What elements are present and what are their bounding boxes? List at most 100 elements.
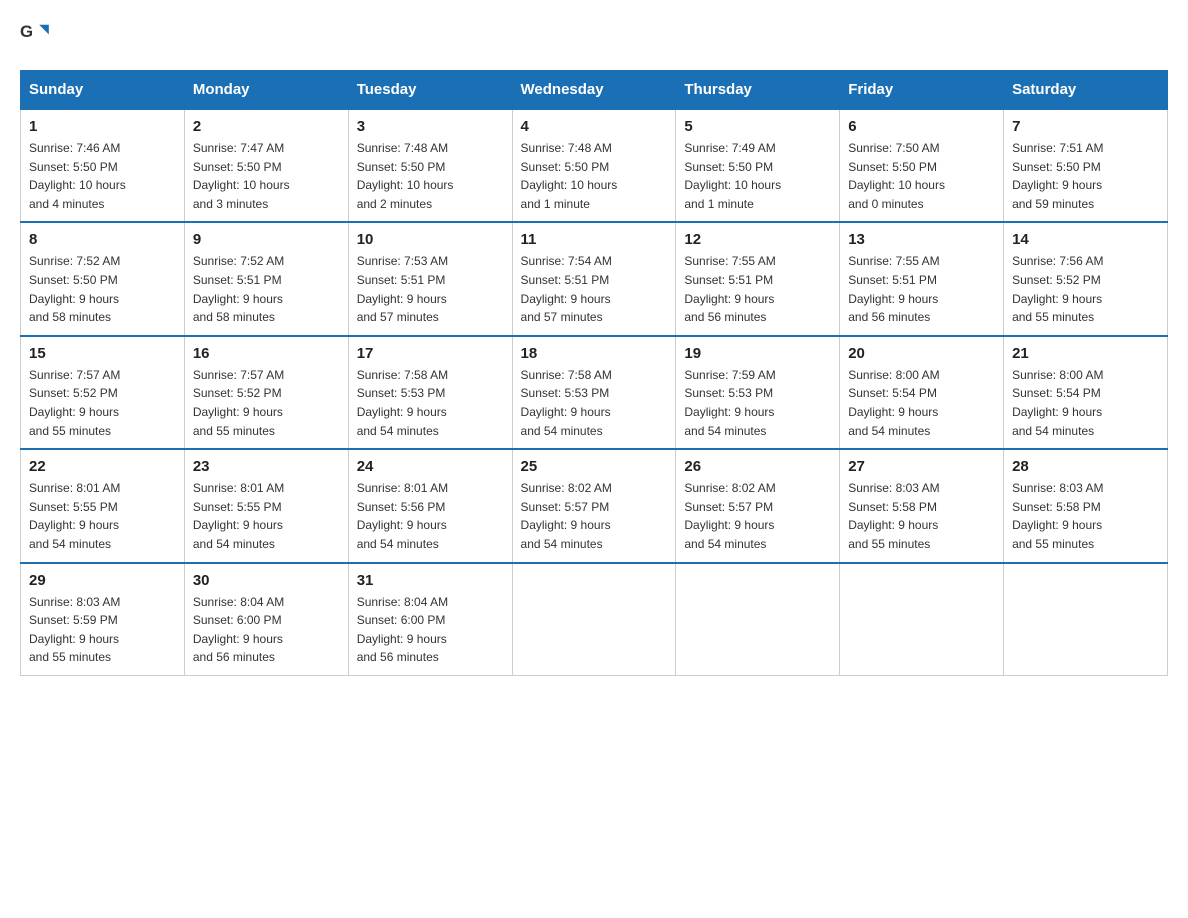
day-cell: 31 Sunrise: 8:04 AMSunset: 6:00 PMDaylig… <box>348 563 512 676</box>
day-info: Sunrise: 7:48 AMSunset: 5:50 PMDaylight:… <box>357 139 504 213</box>
day-cell: 12 Sunrise: 7:55 AMSunset: 5:51 PMDaylig… <box>676 222 840 335</box>
day-info: Sunrise: 8:03 AMSunset: 5:59 PMDaylight:… <box>29 593 176 667</box>
day-info: Sunrise: 8:03 AMSunset: 5:58 PMDaylight:… <box>1012 479 1159 553</box>
day-info: Sunrise: 7:48 AMSunset: 5:50 PMDaylight:… <box>521 139 668 213</box>
header-day-wednesday: Wednesday <box>512 71 676 110</box>
day-cell: 27 Sunrise: 8:03 AMSunset: 5:58 PMDaylig… <box>840 449 1004 562</box>
day-info: Sunrise: 7:51 AMSunset: 5:50 PMDaylight:… <box>1012 139 1159 213</box>
week-row-3: 15 Sunrise: 7:57 AMSunset: 5:52 PMDaylig… <box>21 336 1168 449</box>
day-number: 4 <box>521 118 668 135</box>
day-number: 24 <box>357 458 504 475</box>
day-cell: 5 Sunrise: 7:49 AMSunset: 5:50 PMDayligh… <box>676 109 840 222</box>
day-number: 29 <box>29 572 176 589</box>
day-info: Sunrise: 7:49 AMSunset: 5:50 PMDaylight:… <box>684 139 831 213</box>
day-cell: 3 Sunrise: 7:48 AMSunset: 5:50 PMDayligh… <box>348 109 512 222</box>
day-number: 31 <box>357 572 504 589</box>
day-cell: 6 Sunrise: 7:50 AMSunset: 5:50 PMDayligh… <box>840 109 1004 222</box>
day-number: 21 <box>1012 345 1159 362</box>
day-cell <box>840 563 1004 676</box>
day-number: 12 <box>684 231 831 248</box>
day-cell: 17 Sunrise: 7:58 AMSunset: 5:53 PMDaylig… <box>348 336 512 449</box>
day-number: 27 <box>848 458 995 475</box>
day-number: 22 <box>29 458 176 475</box>
day-number: 13 <box>848 231 995 248</box>
day-info: Sunrise: 7:46 AMSunset: 5:50 PMDaylight:… <box>29 139 176 213</box>
day-cell: 2 Sunrise: 7:47 AMSunset: 5:50 PMDayligh… <box>184 109 348 222</box>
day-number: 1 <box>29 118 176 135</box>
day-cell: 15 Sunrise: 7:57 AMSunset: 5:52 PMDaylig… <box>21 336 185 449</box>
day-cell <box>512 563 676 676</box>
day-number: 18 <box>521 345 668 362</box>
week-row-1: 1 Sunrise: 7:46 AMSunset: 5:50 PMDayligh… <box>21 109 1168 222</box>
day-number: 25 <box>521 458 668 475</box>
day-number: 6 <box>848 118 995 135</box>
day-number: 8 <box>29 231 176 248</box>
day-info: Sunrise: 7:57 AMSunset: 5:52 PMDaylight:… <box>29 366 176 440</box>
day-number: 11 <box>521 231 668 248</box>
header-day-sunday: Sunday <box>21 71 185 110</box>
day-cell: 26 Sunrise: 8:02 AMSunset: 5:57 PMDaylig… <box>676 449 840 562</box>
day-number: 30 <box>193 572 340 589</box>
day-info: Sunrise: 7:55 AMSunset: 5:51 PMDaylight:… <box>684 252 831 326</box>
header-day-monday: Monday <box>184 71 348 110</box>
day-cell: 24 Sunrise: 8:01 AMSunset: 5:56 PMDaylig… <box>348 449 512 562</box>
day-info: Sunrise: 8:00 AMSunset: 5:54 PMDaylight:… <box>848 366 995 440</box>
day-number: 10 <box>357 231 504 248</box>
day-cell <box>1004 563 1168 676</box>
day-info: Sunrise: 8:01 AMSunset: 5:55 PMDaylight:… <box>193 479 340 553</box>
header-row: SundayMondayTuesdayWednesdayThursdayFrid… <box>21 71 1168 110</box>
day-cell: 19 Sunrise: 7:59 AMSunset: 5:53 PMDaylig… <box>676 336 840 449</box>
day-cell: 1 Sunrise: 7:46 AMSunset: 5:50 PMDayligh… <box>21 109 185 222</box>
day-cell: 14 Sunrise: 7:56 AMSunset: 5:52 PMDaylig… <box>1004 222 1168 335</box>
day-info: Sunrise: 8:01 AMSunset: 5:55 PMDaylight:… <box>29 479 176 553</box>
week-row-5: 29 Sunrise: 8:03 AMSunset: 5:59 PMDaylig… <box>21 563 1168 676</box>
day-info: Sunrise: 8:02 AMSunset: 5:57 PMDaylight:… <box>684 479 831 553</box>
header-day-saturday: Saturday <box>1004 71 1168 110</box>
page-header: G <box>20 20 1168 50</box>
day-cell: 16 Sunrise: 7:57 AMSunset: 5:52 PMDaylig… <box>184 336 348 449</box>
day-cell: 20 Sunrise: 8:00 AMSunset: 5:54 PMDaylig… <box>840 336 1004 449</box>
calendar-header: SundayMondayTuesdayWednesdayThursdayFrid… <box>21 71 1168 110</box>
day-info: Sunrise: 7:58 AMSunset: 5:53 PMDaylight:… <box>357 366 504 440</box>
day-info: Sunrise: 7:56 AMSunset: 5:52 PMDaylight:… <box>1012 252 1159 326</box>
day-number: 23 <box>193 458 340 475</box>
day-number: 9 <box>193 231 340 248</box>
day-number: 20 <box>848 345 995 362</box>
day-cell: 13 Sunrise: 7:55 AMSunset: 5:51 PMDaylig… <box>840 222 1004 335</box>
week-row-4: 22 Sunrise: 8:01 AMSunset: 5:55 PMDaylig… <box>21 449 1168 562</box>
day-cell: 21 Sunrise: 8:00 AMSunset: 5:54 PMDaylig… <box>1004 336 1168 449</box>
day-info: Sunrise: 7:54 AMSunset: 5:51 PMDaylight:… <box>521 252 668 326</box>
day-cell: 11 Sunrise: 7:54 AMSunset: 5:51 PMDaylig… <box>512 222 676 335</box>
day-cell: 10 Sunrise: 7:53 AMSunset: 5:51 PMDaylig… <box>348 222 512 335</box>
day-cell: 7 Sunrise: 7:51 AMSunset: 5:50 PMDayligh… <box>1004 109 1168 222</box>
day-cell: 29 Sunrise: 8:03 AMSunset: 5:59 PMDaylig… <box>21 563 185 676</box>
day-info: Sunrise: 7:55 AMSunset: 5:51 PMDaylight:… <box>848 252 995 326</box>
day-number: 3 <box>357 118 504 135</box>
day-cell: 4 Sunrise: 7:48 AMSunset: 5:50 PMDayligh… <box>512 109 676 222</box>
logo-icon: G <box>20 20 50 50</box>
day-info: Sunrise: 7:52 AMSunset: 5:50 PMDaylight:… <box>29 252 176 326</box>
day-cell: 8 Sunrise: 7:52 AMSunset: 5:50 PMDayligh… <box>21 222 185 335</box>
day-cell <box>676 563 840 676</box>
day-info: Sunrise: 8:04 AMSunset: 6:00 PMDaylight:… <box>357 593 504 667</box>
day-cell: 18 Sunrise: 7:58 AMSunset: 5:53 PMDaylig… <box>512 336 676 449</box>
day-number: 2 <box>193 118 340 135</box>
day-number: 5 <box>684 118 831 135</box>
day-cell: 23 Sunrise: 8:01 AMSunset: 5:55 PMDaylig… <box>184 449 348 562</box>
day-info: Sunrise: 8:01 AMSunset: 5:56 PMDaylight:… <box>357 479 504 553</box>
day-cell: 9 Sunrise: 7:52 AMSunset: 5:51 PMDayligh… <box>184 222 348 335</box>
day-info: Sunrise: 8:04 AMSunset: 6:00 PMDaylight:… <box>193 593 340 667</box>
day-info: Sunrise: 7:58 AMSunset: 5:53 PMDaylight:… <box>521 366 668 440</box>
day-info: Sunrise: 7:53 AMSunset: 5:51 PMDaylight:… <box>357 252 504 326</box>
day-cell: 28 Sunrise: 8:03 AMSunset: 5:58 PMDaylig… <box>1004 449 1168 562</box>
week-row-2: 8 Sunrise: 7:52 AMSunset: 5:50 PMDayligh… <box>21 222 1168 335</box>
day-number: 15 <box>29 345 176 362</box>
day-info: Sunrise: 7:59 AMSunset: 5:53 PMDaylight:… <box>684 366 831 440</box>
day-number: 16 <box>193 345 340 362</box>
day-info: Sunrise: 8:03 AMSunset: 5:58 PMDaylight:… <box>848 479 995 553</box>
day-cell: 30 Sunrise: 8:04 AMSunset: 6:00 PMDaylig… <box>184 563 348 676</box>
day-number: 14 <box>1012 231 1159 248</box>
svg-text:G: G <box>20 22 33 41</box>
header-day-tuesday: Tuesday <box>348 71 512 110</box>
logo: G <box>20 20 56 50</box>
